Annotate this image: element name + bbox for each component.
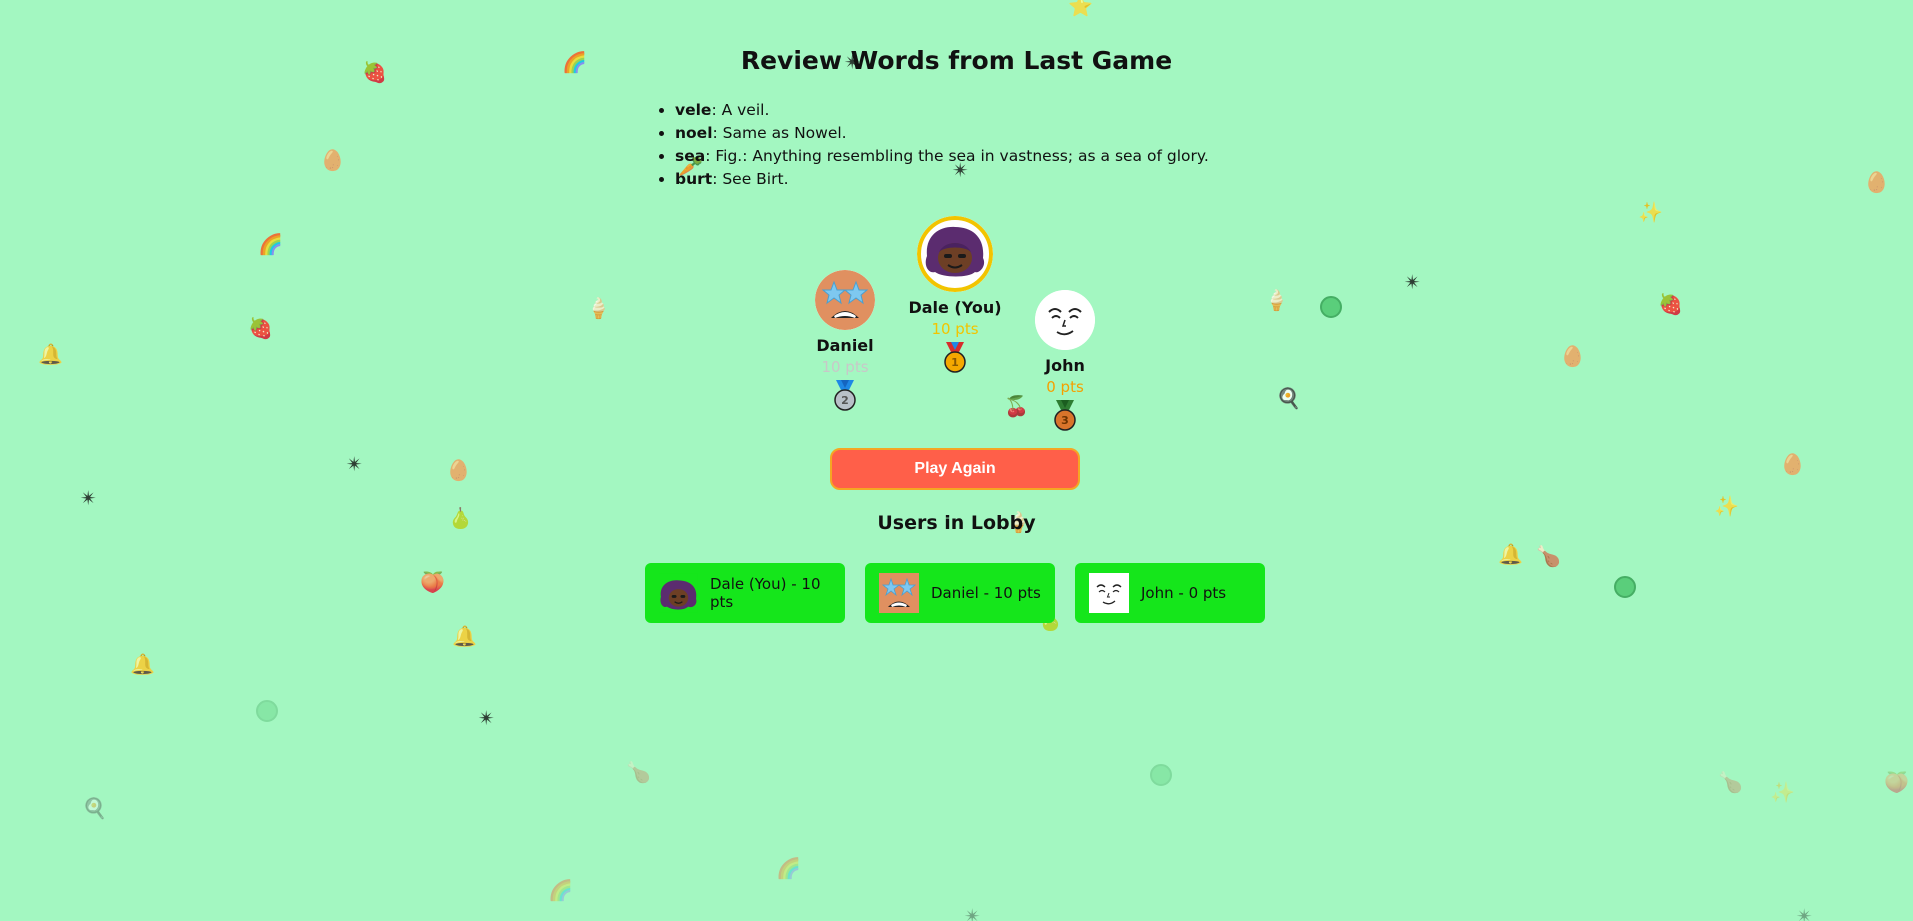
drumstick-icon: 🍗: [1718, 770, 1743, 794]
drumstick-icon: 🍗: [626, 760, 651, 784]
lobby-user-card[interactable]: Daniel - 10 pts: [865, 563, 1055, 623]
player-name: John: [1045, 356, 1085, 375]
daniel-avatar: [815, 270, 875, 330]
medal-rank: 1: [951, 356, 959, 369]
podium-third-place: John 0 pts 3: [985, 290, 1145, 432]
lobby-title: Users in Lobby: [877, 512, 1036, 534]
podium-second-place: Daniel 10 pts 2: [765, 270, 925, 412]
bell-icon: 🔔: [1498, 542, 1523, 566]
gold-medal-icon: 1: [944, 342, 966, 373]
egg-icon: 🥚: [446, 458, 471, 482]
silver-medal-icon: 2: [834, 380, 856, 411]
bronze-medal-icon: 3: [1054, 400, 1076, 431]
word-term: vele: [675, 101, 712, 119]
lobby-user-label: Daniel - 10 pts: [931, 584, 1041, 602]
play-again-button[interactable]: Play Again: [830, 448, 1080, 490]
green-dot-icon: [256, 700, 278, 722]
word-term: burt: [675, 170, 713, 188]
player-points: 10 pts: [821, 358, 869, 376]
green-dot-icon: [1320, 296, 1342, 318]
rainbow-icon: 🌈: [776, 856, 801, 880]
drumstick-icon: 🍗: [1536, 544, 1561, 568]
bell-icon: 🔔: [452, 624, 477, 648]
ice-cream-icon: 🍦: [586, 296, 611, 320]
word-definition: : Fig.: Anything resembling the sea in v…: [705, 147, 1209, 165]
heart-icon: 🍑: [420, 570, 445, 594]
list-item: vele: A veil.: [675, 99, 1209, 122]
ice-cream-icon: 🍦: [1264, 288, 1289, 312]
egg-icon: 🥚: [1560, 344, 1585, 368]
word-definition: : A veil.: [711, 101, 770, 119]
rainbow-icon: 🌈: [258, 232, 283, 256]
strawberry-icon: 🍓: [1658, 292, 1683, 316]
lobby-user-label: Dale (You) - 10 pts: [709, 575, 821, 611]
sparkle-icon: ✴: [346, 452, 363, 476]
sparkle-icon: ✴: [478, 706, 495, 730]
sparkle-icon: ✴: [1796, 904, 1813, 921]
review-title: Review Words from Last Game: [740, 46, 1173, 75]
word-definition: : Same as Nowel.: [712, 124, 847, 142]
strawberry-icon: 🍓: [248, 316, 273, 340]
review-word-list: vele: A veil. noel: Same as Nowel. sea: …: [653, 99, 1209, 191]
daniel-avatar: [879, 573, 919, 613]
star-icon: ✨: [1770, 780, 1795, 804]
list-item: noel: Same as Nowel.: [675, 122, 1209, 145]
player-name: Daniel: [816, 336, 874, 355]
lobby-user-card[interactable]: John - 0 pts: [1075, 563, 1265, 623]
bell-icon: 🔔: [130, 652, 155, 676]
medal-rank: 3: [1061, 414, 1069, 427]
word-definition: : See Birt.: [712, 170, 789, 188]
bell-icon: 🔔: [38, 342, 63, 366]
egg-icon: 🥚: [1780, 452, 1805, 476]
player-points: 0 pts: [1046, 378, 1084, 396]
heart-icon: 🍑: [1884, 770, 1909, 794]
john-avatar: [1035, 290, 1095, 350]
magnifier-icon: 🍳: [82, 796, 107, 820]
lobby-user-label: John - 0 pts: [1141, 584, 1227, 602]
sparkle-icon: ✴: [1404, 270, 1421, 294]
list-item: burt: See Birt.: [675, 168, 1209, 191]
star-icon: ⭐: [1068, 0, 1093, 18]
rainbow-icon: 🌈: [548, 878, 573, 902]
lobby-user-card[interactable]: Dale (You) - 10 pts: [645, 563, 845, 623]
green-dot-icon: [1614, 576, 1636, 598]
john-avatar: [1089, 573, 1129, 613]
egg-icon: 🥚: [320, 148, 345, 172]
magnifier-icon: 🍳: [1276, 386, 1301, 410]
word-term: sea: [675, 147, 706, 165]
egg-icon: 🥚: [1864, 170, 1889, 194]
star-icon: ✨: [1638, 200, 1663, 224]
medal-rank: 2: [841, 394, 849, 407]
sparkle-icon: ✴: [964, 904, 981, 921]
sparkle-icon: ✴: [80, 486, 97, 510]
dale-avatar: [659, 573, 698, 613]
green-dot-icon: [1150, 764, 1172, 786]
list-item: sea: Fig.: Anything resembling the sea i…: [675, 145, 1209, 168]
dale-avatar: [917, 216, 993, 292]
word-term: noel: [675, 124, 713, 142]
